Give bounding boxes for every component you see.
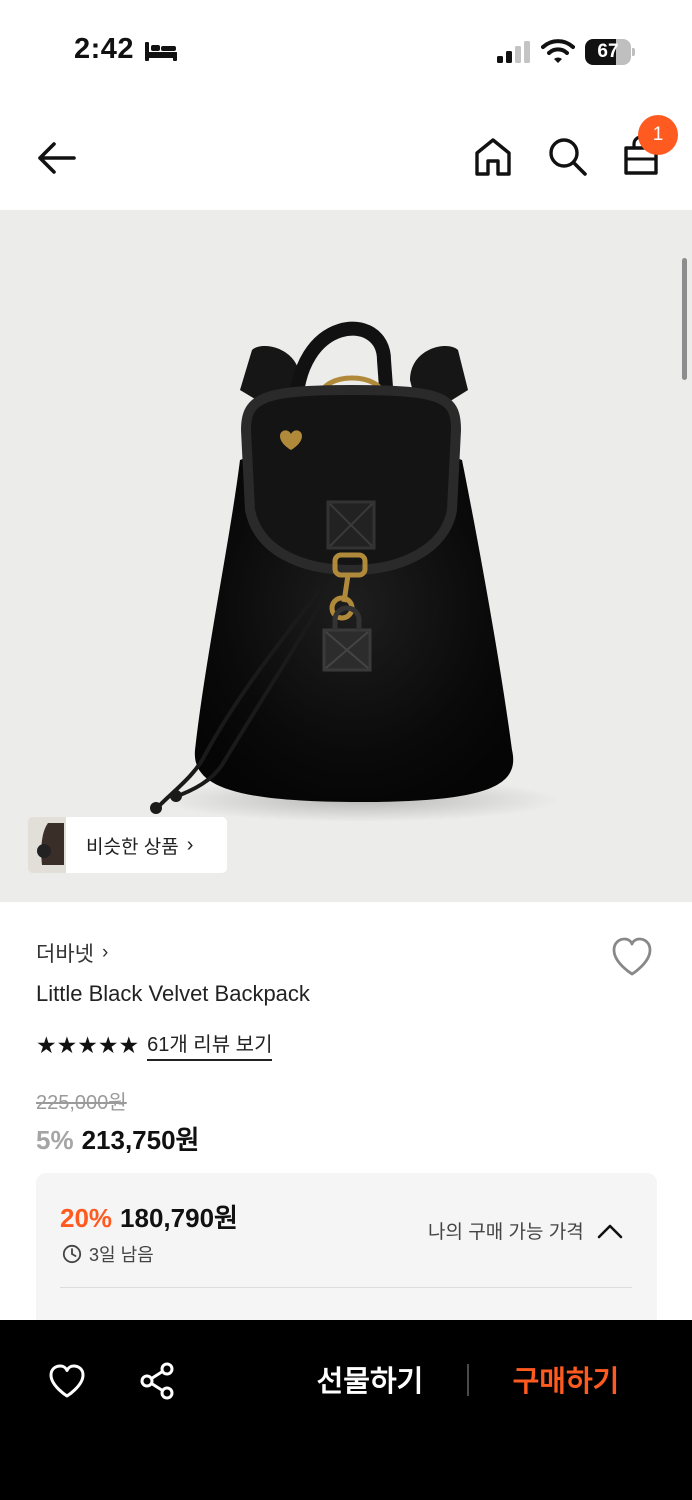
gift-button[interactable]: 선물하기: [300, 1360, 440, 1404]
my-price-toggle[interactable]: 나의 구매 가능 가격: [428, 1217, 624, 1244]
buy-button[interactable]: 구매하기: [496, 1360, 636, 1404]
chevron-up-icon: [597, 1224, 622, 1238]
review-link[interactable]: 61개 리뷰 보기: [147, 1028, 273, 1061]
brand-name: 더바넷: [36, 943, 94, 966]
battery-indicator: 67: [585, 39, 635, 65]
my-price-label: 나의 구매 가능 가격: [428, 1222, 584, 1243]
time-left: 3일 남음: [89, 1245, 154, 1265]
divider: [60, 1287, 632, 1288]
time-left-row: 3일 남음: [62, 1241, 154, 1267]
rating-stars: ★★★★★: [36, 1031, 140, 1058]
backpack-illustration: [150, 321, 560, 822]
brand-link[interactable]: 더바넷 ›: [36, 938, 108, 968]
cart-count-badge: 1: [638, 115, 678, 155]
bottom-action-bar: 선물하기 구매하기: [0, 1320, 692, 1500]
status-bar: 2:42 67: [0, 0, 692, 100]
image-scrollbar[interactable]: [682, 258, 687, 380]
rating-row: ★★★★★ 61개 리뷰 보기: [36, 1028, 273, 1061]
product-image[interactable]: 비슷한 상품 ›: [0, 210, 692, 902]
sale-price: 213,750원: [81, 1125, 200, 1155]
coupon-price-box: 20% 180,790원 3일 남음 나의 구매 가능 가격: [36, 1173, 657, 1333]
clock-icon: [62, 1244, 82, 1264]
home-icon[interactable]: [473, 136, 513, 178]
chevron-right-icon: ›: [186, 833, 194, 856]
search-icon[interactable]: [546, 135, 588, 177]
discount-rate: 5%: [36, 1125, 74, 1155]
similar-product-thumbnail: [28, 817, 66, 873]
original-price: 225,000원: [36, 1092, 127, 1114]
coupon-price-row: 20% 180,790원: [60, 1198, 238, 1235]
bed-icon: [145, 42, 177, 61]
status-time: 2:42: [74, 33, 135, 65]
similar-products-button[interactable]: 비슷한 상품 ›: [28, 817, 227, 873]
coupon-price: 180,790원: [120, 1203, 238, 1233]
share-icon[interactable]: [139, 1362, 175, 1400]
coupon-discount-rate: 20%: [60, 1203, 113, 1233]
product-title: Little Black Velvet Backpack: [36, 981, 310, 1006]
divider: [467, 1364, 469, 1396]
battery-level: 67: [597, 41, 619, 62]
wifi-icon: [541, 39, 575, 63]
heart-icon[interactable]: [610, 936, 654, 978]
similar-products-label: 비슷한 상품: [86, 836, 179, 858]
top-nav: 1: [0, 110, 692, 206]
chevron-right-icon: ›: [101, 942, 109, 963]
heart-icon[interactable]: [48, 1363, 86, 1399]
back-icon[interactable]: [34, 138, 78, 178]
signal-icon: [497, 41, 530, 63]
price-row: 5% 213,750원: [36, 1120, 199, 1157]
